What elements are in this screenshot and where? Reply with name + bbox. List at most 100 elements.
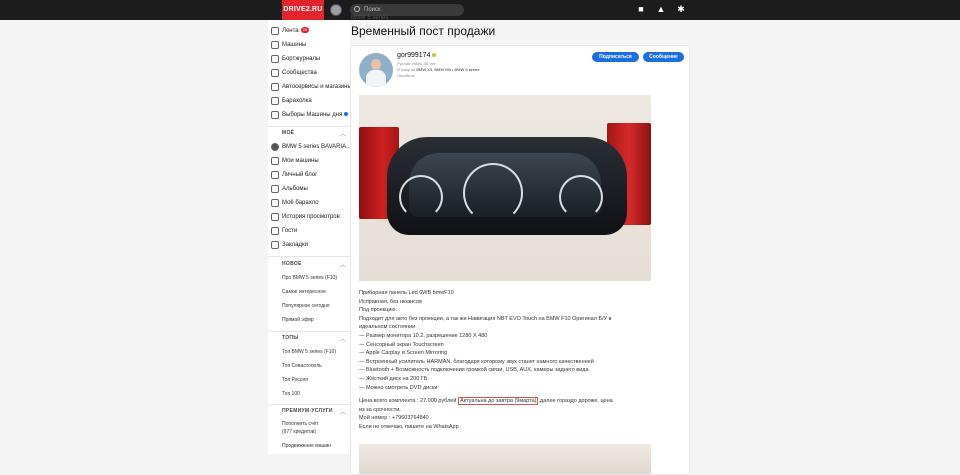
breadcrumb[interactable]: BMW 5 series	[351, 15, 388, 21]
divider	[268, 256, 350, 257]
text-line: — Размер монитора 10.2, разрешение 1280 …	[359, 332, 488, 339]
sidebar-link[interactable]: Топ Россия	[282, 377, 308, 384]
sidebar-item-services[interactable]: Автосервисы и магазины	[268, 80, 352, 94]
album-icon	[271, 185, 279, 193]
post-photo-2[interactable]	[359, 444, 651, 474]
chat-icon[interactable]: ■	[636, 4, 646, 14]
page-title: Временный пост продажи	[351, 24, 496, 38]
text-line: — Жёсткий диск на 200 ГБ	[359, 375, 428, 382]
sidebar-item-label: Сообщества	[282, 70, 317, 76]
sidebar-item-albums[interactable]: Альбомы	[268, 182, 350, 196]
sidebar-item-label: Закладки	[282, 242, 308, 248]
section-title-tops: ТОПЫ	[282, 335, 299, 341]
market-icon	[271, 97, 279, 105]
pen-icon	[271, 171, 279, 179]
section-title-new: НОВОЕ	[282, 261, 302, 267]
guests-icon	[271, 227, 279, 235]
sidebar-item-blog[interactable]: Личный блог	[268, 168, 350, 182]
post-text: Приборная панель Led 6WB bmwF10 Исправна…	[359, 289, 649, 432]
sidebar-item-my-car[interactable]: BMW 5 series BAVARIA...	[268, 140, 352, 154]
divider	[268, 331, 350, 332]
sidebar-item-guests[interactable]: Гости	[268, 224, 350, 238]
sidebar-item-label: Моё барахло	[282, 200, 319, 206]
subscribe-button[interactable]: Подписаться	[592, 52, 639, 62]
sidebar-item-my-stuff[interactable]: Моё барахло	[268, 196, 350, 210]
status-dot	[432, 53, 437, 58]
trophy-icon	[271, 111, 279, 119]
chevron-up-icon[interactable]: ︿	[340, 260, 346, 269]
section-title-my: МОЁ	[282, 130, 295, 136]
text-line: — Сенсорный экран Touchscreen	[359, 341, 444, 348]
author-name[interactable]: gor999174	[397, 52, 437, 59]
sidebar-item-bookmarks[interactable]: Закладки	[268, 238, 350, 252]
box-icon	[271, 199, 279, 207]
sidebar-item-label: Гости	[282, 228, 298, 234]
author-avatar[interactable]	[359, 53, 393, 87]
sidebar-item-car-of-day[interactable]: Выборы Машины дня	[268, 108, 350, 122]
feed-badge: 20	[300, 27, 310, 34]
sidebar-item-cars[interactable]: Машины	[268, 38, 350, 52]
user-avatar[interactable]	[330, 4, 342, 16]
sidebar-link[interactable]: Топ 100	[282, 391, 300, 398]
sidebar-item-my-cars[interactable]: Мои машины	[268, 154, 350, 168]
sidebar-item-history[interactable]: История просмотров	[268, 210, 350, 224]
sidebar-link[interactable]: Популярное сегодня	[282, 303, 330, 310]
credits-count: (977 кредитов)	[282, 429, 317, 435]
price-line: Цена всего комплекта : 27.000 рублей Акт…	[359, 397, 613, 406]
author-city: Чехобель	[397, 73, 415, 78]
sidebar-item-label: Автосервисы и магазины	[282, 84, 352, 90]
sidebar-link[interactable]: Топ Севастополь	[282, 363, 322, 370]
service-icon	[271, 83, 279, 91]
sidebar-item-label: История просмотров	[282, 214, 340, 220]
text-line: идеальном состоянии	[359, 324, 416, 331]
top-bar: DRIVE2.RU Поиск ■ ▲ ✱	[0, 0, 960, 20]
message-button[interactable]: Сообщение	[643, 52, 684, 62]
chevron-up-icon[interactable]: ︿	[340, 334, 346, 343]
section-title-premium: ПРЕМИУМ-УСЛУГИ	[282, 408, 333, 414]
text-line: Под проекцию.	[359, 307, 398, 314]
car-avatar-icon	[271, 143, 279, 151]
sidebar-item-label: Альбомы	[282, 186, 308, 192]
bell-icon[interactable]: ▲	[656, 4, 666, 14]
author-cars: Я езжу на BMW X3, BMW M5 • BMW 5 series	[397, 67, 480, 72]
sidebar-link[interactable]: Самое интересное	[282, 289, 326, 296]
text-line: Исправная, без нюансов	[359, 298, 422, 305]
new-dot	[344, 112, 349, 117]
post-card: gor999174 Руслан Узбек, 36 лет Я езжу на…	[350, 45, 690, 475]
gauge-left	[399, 175, 443, 219]
sidebar-item-label: Барахолка	[282, 98, 312, 104]
chevron-up-icon[interactable]: ︿	[340, 407, 346, 416]
text-line: — Bluetooth + Возможность подключения гр…	[359, 367, 589, 374]
sidebar: Лента 20 Машины Бортжурналы Сообщества Ав…	[268, 20, 352, 454]
logbook-icon	[271, 55, 279, 63]
site-logo[interactable]: DRIVE2.RU	[282, 0, 324, 20]
price-highlight: Актуальна до завтра (9марта)	[457, 397, 539, 406]
sidebar-item-label: BMW 5 series BAVARIA...	[282, 144, 352, 150]
sidebar-item-label: Личный блог	[282, 172, 318, 178]
gauge-right	[559, 175, 603, 219]
text-line: Приборная панель Led 6WB bmwF10	[359, 290, 454, 296]
post-photo[interactable]	[359, 95, 651, 281]
car-icon	[271, 157, 279, 165]
author-meta: Руслан Узбек, 36 лет	[397, 61, 436, 66]
sidebar-item-logbooks[interactable]: Бортжурналы	[268, 52, 350, 66]
sidebar-link[interactable]: Прямой эфир	[282, 317, 314, 324]
sidebar-item-label: Машины	[282, 42, 307, 48]
sidebar-item-communities[interactable]: Сообщества	[268, 66, 350, 80]
car-icon	[271, 41, 279, 49]
search-placeholder: Поиск	[364, 7, 381, 13]
gear-icon[interactable]: ✱	[676, 4, 686, 14]
sidebar-link-topup[interactable]: Пополнить счёт	[282, 421, 319, 428]
text-line: Если не отвечаю, пишите на WhatsApp	[359, 423, 459, 430]
divider	[268, 126, 350, 127]
sidebar-link[interactable]: Топ BMW 5 series (F10)	[282, 349, 336, 356]
sidebar-link[interactable]: Про BMW 5 series (F10)	[282, 275, 337, 282]
divider	[268, 404, 350, 405]
text-line: из за срочности.	[359, 406, 401, 413]
sidebar-link[interactable]: Продвижение машин	[282, 443, 331, 450]
text-line: — Apple Carplay и Screen Mirroring	[359, 350, 448, 357]
sidebar-item-market[interactable]: Барахолка	[268, 94, 350, 108]
sidebar-item-feed[interactable]: Лента 20	[268, 24, 350, 38]
phone-line: Мой номер : +79603764840	[359, 415, 429, 422]
chevron-up-icon[interactable]: ︿	[340, 129, 346, 138]
